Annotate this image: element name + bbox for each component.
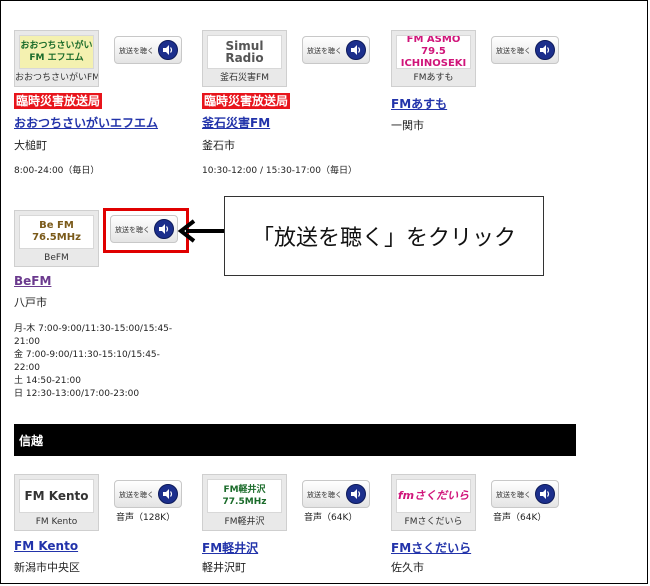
- listen-button[interactable]: 放送を聴く: [114, 480, 182, 508]
- logo-caption: BeFM: [44, 253, 69, 263]
- speaker-icon: [535, 40, 555, 60]
- listen-button[interactable]: 放送を聴く: [491, 480, 559, 508]
- speaker-icon: [346, 484, 366, 504]
- station-hours-line: 22:00: [14, 363, 40, 373]
- station-city: 八戸市: [14, 296, 47, 309]
- listen-button-label: 放送を聴く: [496, 491, 531, 499]
- logo-caption: おおつちさいがいFM: [15, 73, 99, 83]
- station-city: 釜石市: [202, 139, 235, 152]
- logo-caption: FM軽井沢: [224, 517, 265, 527]
- station-name-link[interactable]: BeFM: [14, 274, 51, 288]
- logo-caption: FMあすも: [413, 73, 454, 83]
- station-name-link[interactable]: おおつちさいがいエフエム: [14, 114, 158, 131]
- disaster-badge: 臨時災害放送局: [14, 93, 103, 109]
- logo-art: FM軽井沢 77.5MHz: [207, 479, 282, 513]
- station-city: 新潟市中央区: [14, 561, 80, 574]
- listen-button-label: 放送を聴く: [496, 47, 531, 55]
- station-hours-line: 月-木 7:00-9:00/11:30-15:00/15:45-: [14, 324, 173, 334]
- logo-art: Be FM 76.5MHz: [19, 215, 94, 249]
- listen-button-label: 放送を聴く: [307, 491, 342, 499]
- speaker-icon: [158, 484, 178, 504]
- station-name-link[interactable]: FM軽井沢: [202, 539, 258, 556]
- logo-caption: FM Kento: [35, 517, 78, 527]
- station-city: 大槌町: [14, 139, 47, 152]
- station-name-link[interactable]: FMさくだいら: [391, 539, 471, 556]
- callout-text: 「放送を聴く」をクリック: [251, 226, 516, 251]
- speaker-icon: [158, 40, 178, 60]
- logo-caption: FMさくだいら: [404, 517, 463, 527]
- stream-quality: 音声（64K）: [304, 513, 358, 523]
- listen-button[interactable]: 放送を聴く: [302, 480, 370, 508]
- station-logo[interactable]: Simul Radio 釜石災害FM: [202, 30, 287, 87]
- logo-caption: 釜石災害FM: [220, 73, 269, 83]
- logo-art: FM ASMO 79.5 ICHINOSEKI: [396, 35, 471, 69]
- station-logo[interactable]: FM Kento FM Kento: [14, 474, 99, 531]
- station-hours: 8:00-24:00（毎日）: [14, 166, 100, 176]
- stream-quality: 音声（128K）: [116, 513, 176, 523]
- station-name-link[interactable]: FM Kento: [14, 539, 78, 553]
- listen-button[interactable]: 放送を聴く: [114, 36, 182, 64]
- section-title: 信越: [19, 433, 44, 448]
- section-header-shinetsu: 信越: [14, 424, 576, 456]
- speaker-icon: [535, 484, 555, 504]
- station-logo[interactable]: FM ASMO 79.5 ICHINOSEKI FMあすも: [391, 30, 476, 87]
- station-logo[interactable]: Be FM 76.5MHz BeFM: [14, 210, 99, 267]
- logo-art: FM Kento: [19, 479, 94, 513]
- listen-button-label: 放送を聴く: [119, 491, 154, 499]
- station-city: 佐久市: [391, 561, 424, 574]
- logo-art: fmさくだいら: [396, 479, 471, 513]
- station-city: 一関市: [391, 119, 424, 132]
- station-name-link[interactable]: FMあすも: [391, 95, 447, 112]
- speaker-icon: [346, 40, 366, 60]
- disaster-badge: 臨時災害放送局: [202, 93, 291, 109]
- station-hours-line: 金 7:00-9:00/11:30-15:10/15:45-: [14, 350, 160, 360]
- station-logo[interactable]: おおつちさいがいFM エフエム おおつちさいがいFM: [14, 30, 99, 87]
- logo-art: おおつちさいがいFM エフエム: [19, 35, 94, 69]
- station-city: 軽井沢町: [202, 561, 246, 574]
- station-logo[interactable]: fmさくだいら FMさくだいら: [391, 474, 476, 531]
- listen-button-label: 放送を聴く: [307, 47, 342, 55]
- listen-button-label: 放送を聴く: [119, 47, 154, 55]
- station-hours-line: 土 14:50-21:00: [14, 376, 81, 386]
- station-hours-line: 日 12:30-13:00/17:00-23:00: [14, 389, 140, 399]
- station-hours: 10:30-12:00 / 15:30-17:00（毎日）: [202, 166, 357, 176]
- station-name-link[interactable]: 釜石災害FM: [202, 114, 270, 131]
- logo-art: Simul Radio: [207, 35, 282, 69]
- stream-quality: 音声（64K）: [493, 513, 547, 523]
- callout-box: 「放送を聴く」をクリック: [224, 196, 544, 276]
- station-logo[interactable]: FM軽井沢 77.5MHz FM軽井沢: [202, 474, 287, 531]
- station-hours-line: 21:00: [14, 337, 40, 347]
- listen-button[interactable]: 放送を聴く: [302, 36, 370, 64]
- listen-button[interactable]: 放送を聴く: [491, 36, 559, 64]
